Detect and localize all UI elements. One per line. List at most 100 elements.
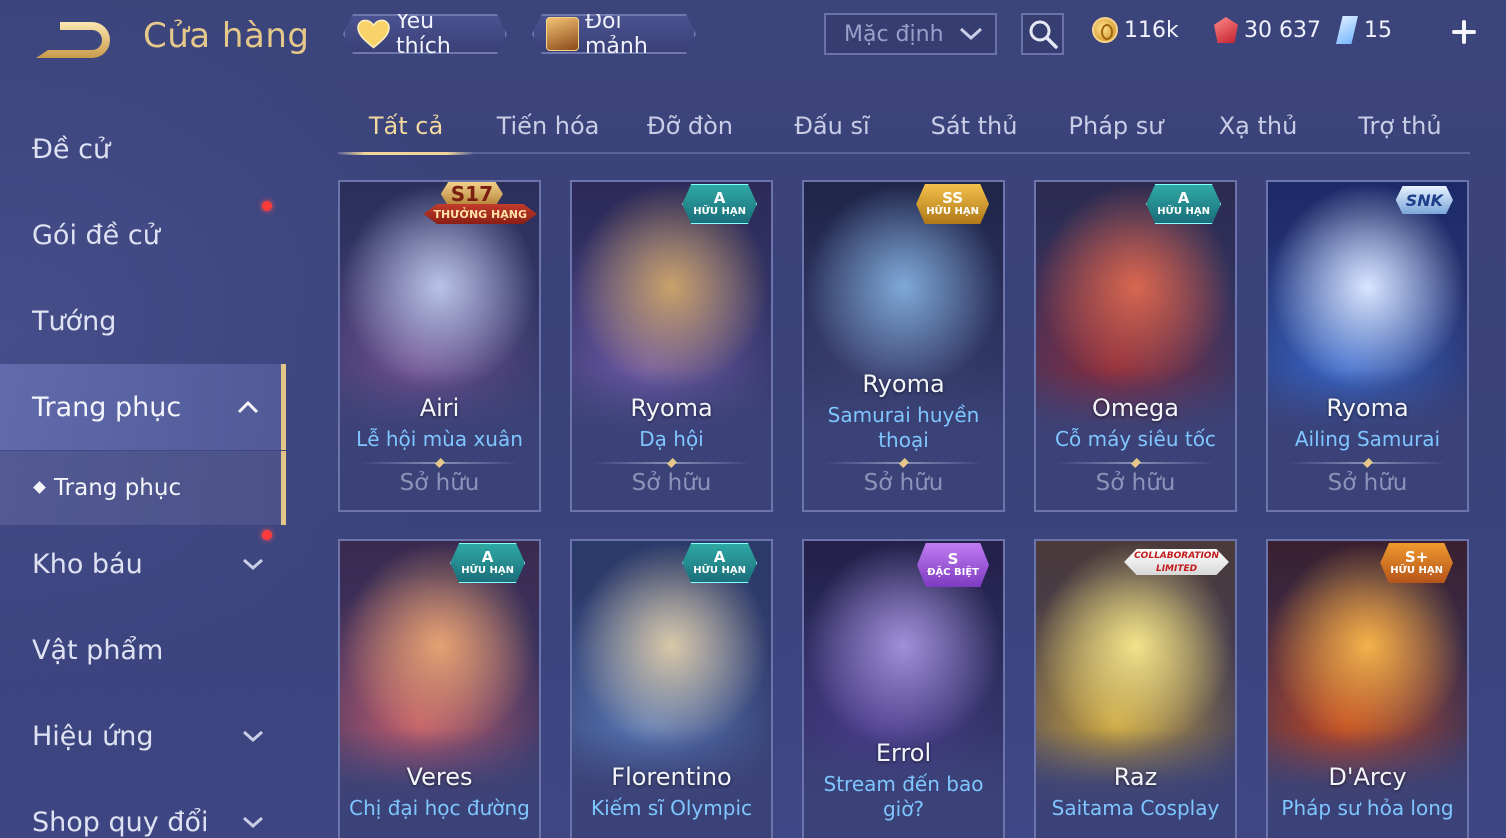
- sidebar-item-label: Shop quy đổi: [32, 806, 209, 838]
- sidebar-item-exchange-shop[interactable]: Shop quy đổi: [0, 779, 286, 838]
- rarity-label: HỮU HẠN: [1390, 565, 1443, 576]
- chevron-up-icon: [237, 400, 259, 414]
- rarity-badge: A HỮU HẠN: [682, 184, 757, 224]
- skin-card[interactable]: A HỮU HẠN Omega Cỗ máy siêu tốc Sở hữu: [1034, 180, 1237, 512]
- favorites-button[interactable]: Yêu thích: [343, 14, 507, 54]
- plus-icon[interactable]: [1449, 17, 1479, 47]
- tab-support[interactable]: Trợ thủ: [1330, 100, 1470, 152]
- rarity-label: HỮU HẠN: [693, 206, 746, 217]
- notification-dot: [262, 201, 272, 211]
- hero-name: Veres: [406, 763, 473, 791]
- sidebar-item-effects[interactable]: Hiệu ứng: [0, 693, 286, 779]
- sidebar-subitem-skins[interactable]: Trang phục: [0, 451, 286, 525]
- sidebar-item-treasure[interactable]: Kho báu: [0, 521, 286, 607]
- owned-status: Sở hữu: [863, 470, 944, 496]
- hero-name: Airi: [419, 394, 460, 422]
- rarity-tier: A: [481, 548, 494, 566]
- rarity-badge: S+ HỮU HẠN: [1380, 543, 1453, 583]
- rarity-tier: A: [1177, 189, 1190, 207]
- rarity-tier: A: [713, 548, 726, 566]
- skin-name: Chị đại học đường: [349, 796, 530, 820]
- skin-card[interactable]: S17 THƯỞNG HẠNG Airi Lễ hội mùa xuân Sở hữu: [338, 180, 541, 512]
- sidebar-item-items[interactable]: Vật phẩm: [0, 607, 286, 693]
- rarity-tier: A: [713, 189, 726, 207]
- hero-name: Florentino: [611, 763, 732, 791]
- page-title: Cửa hàng: [143, 16, 310, 56]
- rarity-label: HỮU HẠN: [461, 565, 514, 576]
- back-arrow-icon: [36, 22, 110, 58]
- chevron-down-icon: [243, 816, 263, 829]
- back-button[interactable]: [30, 18, 114, 64]
- sidebar: Đề cử Gói đề cử Tướng Trang phục Trang p…: [0, 90, 286, 838]
- chevron-down-icon: [959, 27, 983, 41]
- tab-evolution[interactable]: Tiến hóa: [478, 100, 618, 152]
- hero-name: Omega: [1092, 394, 1179, 422]
- skin-card[interactable]: A HỮU HẠN Ryoma Dạ hội Sở hữu: [570, 180, 773, 512]
- rarity-tier: S: [947, 550, 959, 568]
- sidebar-item-recommended-packs[interactable]: Gói đề cử: [0, 192, 286, 278]
- skin-grid: S17 THƯỞNG HẠNG Airi Lễ hội mùa xuân Sở hữu A…: [338, 180, 1470, 838]
- tab-marksman[interactable]: Xạ thủ: [1188, 100, 1328, 152]
- rarity-badge: COLLABORATION LIMITED: [1124, 549, 1229, 575]
- rarity-badge: A HỮU HẠN: [450, 543, 525, 583]
- skin-name: Samurai huyền thoại: [827, 403, 980, 452]
- rarity-label: LIMITED: [1155, 564, 1198, 574]
- skin-card[interactable]: S ĐẶC BIỆT Errol Stream đến bao giờ?: [802, 539, 1005, 838]
- rarity-label: HỮU HẠN: [926, 206, 979, 217]
- gem-currency: 30 637: [1214, 15, 1321, 45]
- owned-status: Sở hữu: [1095, 470, 1176, 496]
- skin-card[interactable]: S+ HỮU HẠN D'Arcy Pháp sư hỏa long: [1266, 539, 1469, 838]
- owned-status: Sở hữu: [1327, 470, 1408, 496]
- skin-card[interactable]: A HỮU HẠN Florentino Kiếm sĩ Olympic: [570, 539, 773, 838]
- red-gem-icon: [1214, 17, 1238, 43]
- sidebar-item-label: Đề cử: [32, 133, 111, 165]
- rarity-badge: SS HỮU HẠN: [916, 184, 989, 224]
- card-divider: [1288, 462, 1447, 464]
- rarity-label: HỮU HẠN: [693, 565, 746, 576]
- skin-name: Saitama Cosplay: [1051, 796, 1220, 820]
- skin-name: Kiếm sĩ Olympic: [590, 796, 752, 820]
- sidebar-item-skins[interactable]: Trang phục: [0, 364, 286, 450]
- hero-name: D'Arcy: [1328, 763, 1407, 791]
- chevron-down-icon: [243, 558, 263, 571]
- tab-fighter[interactable]: Đấu sĩ: [762, 100, 902, 152]
- sidebar-item-label: Vật phẩm: [32, 634, 164, 666]
- season-badge: S17: [440, 182, 503, 206]
- sidebar-item-label: Hiệu ứng: [32, 720, 154, 752]
- skin-card[interactable]: A HỮU HẠN Veres Chị đại học đường: [338, 539, 541, 838]
- skin-card[interactable]: SS HỮU HẠN Ryoma Samurai huyền thoại Sở hữu: [802, 180, 1005, 512]
- search-icon: [1029, 20, 1058, 49]
- skin-card[interactable]: SNK Ryoma Ailing Samurai Sở hữu: [1266, 180, 1469, 512]
- rarity-badge: A HỮU HẠN: [682, 543, 757, 583]
- card-divider: [1056, 462, 1215, 464]
- category-tabs: Tất cả Tiến hóa Đỡ đòn Đấu sĩ Sát thủ Ph…: [338, 100, 1470, 155]
- search-button[interactable]: [1021, 13, 1064, 55]
- skin-card[interactable]: COLLABORATION LIMITED Raz Saitama Cosplay: [1034, 539, 1237, 838]
- voucher-icon: [1336, 16, 1358, 44]
- tab-assassin[interactable]: Sát thủ: [904, 100, 1044, 152]
- tab-tank[interactable]: Đỡ đòn: [620, 100, 760, 152]
- card-divider: [360, 462, 519, 464]
- hero-name: Ryoma: [862, 370, 945, 398]
- chevron-down-icon: [243, 730, 263, 743]
- sidebar-item-recommended[interactable]: Đề cử: [0, 106, 286, 192]
- rarity-badge: A HỮU HẠN: [1146, 184, 1221, 224]
- top-bar: Cửa hàng Yêu thích Đổi mảnh Mặc định 116…: [0, 0, 1506, 80]
- skin-name: Cỗ máy siêu tốc: [1055, 427, 1216, 451]
- heart-icon: [357, 19, 390, 49]
- skin-name: Lễ hội mùa xuân: [356, 427, 523, 451]
- sidebar-subitem-label: Trang phục: [54, 475, 182, 501]
- skin-name: Pháp sư hỏa long: [1281, 796, 1454, 820]
- rarity-badge: SNK: [1395, 186, 1453, 214]
- exchange-shards-button[interactable]: Đổi mảnh: [532, 14, 696, 54]
- tab-mage[interactable]: Pháp sư: [1046, 100, 1186, 152]
- gem-amount: 30 637: [1244, 17, 1321, 43]
- tab-all[interactable]: Tất cả: [338, 100, 474, 155]
- exchange-label: Đổi mảnh: [585, 9, 648, 59]
- sidebar-item-label: Kho báu: [32, 548, 143, 580]
- rarity-label: ĐẶC BIỆT: [927, 567, 979, 578]
- sort-dropdown[interactable]: Mặc định: [824, 13, 997, 55]
- rarity-tier: S+: [1404, 548, 1429, 566]
- gold-currency: 116k: [1092, 15, 1179, 45]
- sidebar-item-heroes[interactable]: Tướng: [0, 278, 286, 364]
